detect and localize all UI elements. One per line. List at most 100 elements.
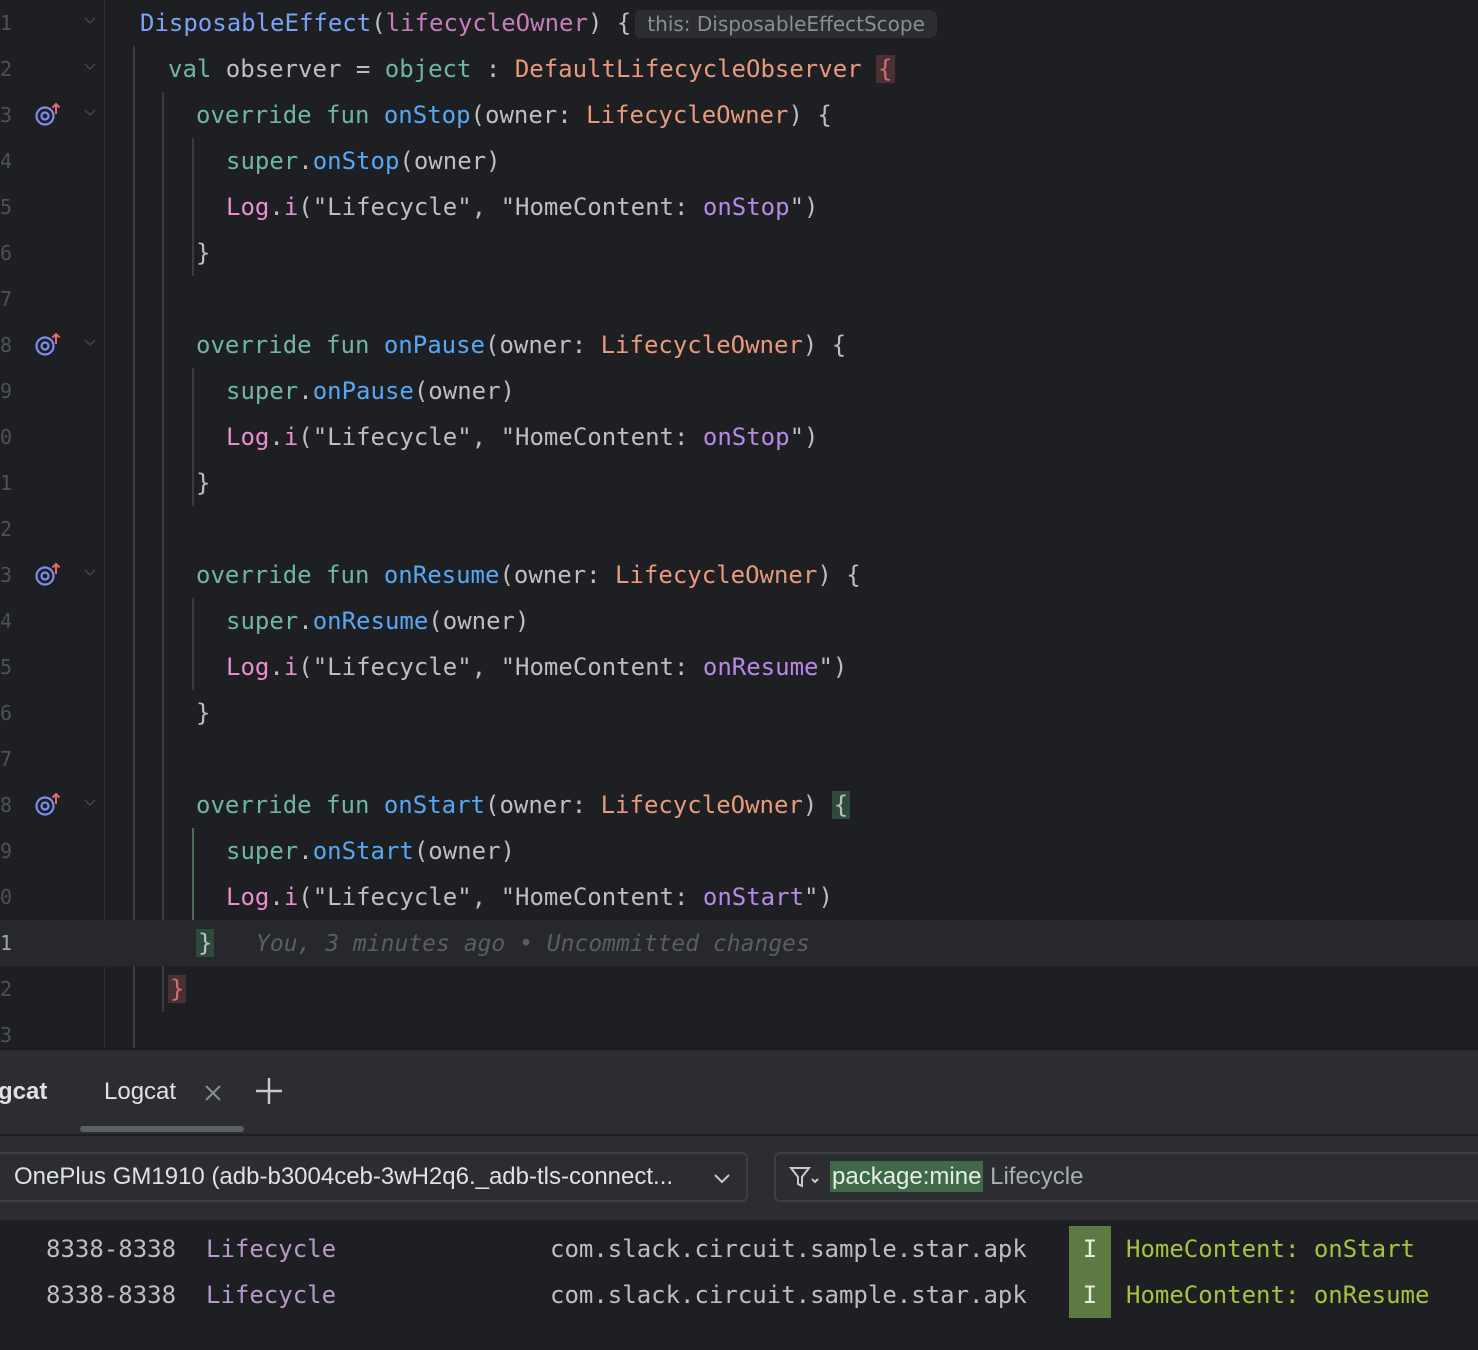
code-content: override fun onPause(owner: LifecycleOwn…	[196, 322, 846, 368]
code-content: }	[168, 966, 187, 1012]
code-line[interactable]: 7	[0, 736, 1478, 782]
device-select[interactable]: OnePlus GM1910 (adb-b3004ceb-3wH2q6._adb…	[0, 1152, 748, 1202]
code-line[interactable]: 6}	[0, 690, 1478, 736]
code-line[interactable]: 1 DisposableEffect(lifecycleOwner) {this:…	[0, 0, 1478, 46]
code-token: (owner)	[428, 607, 530, 635]
code-token: "Lifecycle"	[312, 883, 472, 911]
code-token: super	[226, 377, 299, 405]
code-token: observer =	[225, 55, 385, 83]
code-token: ,	[471, 653, 501, 681]
code-token: Log	[226, 653, 270, 681]
code-token: "Lifecycle"	[312, 423, 472, 451]
code-line[interactable]: 5 Log.i("Lifecycle", "HomeContent: onResu…	[0, 644, 1478, 690]
code-line[interactable]: 7	[0, 276, 1478, 322]
override-method-icon[interactable]	[34, 562, 62, 588]
code-line[interactable]: 1}	[0, 460, 1478, 506]
code-line[interactable]: 0 Log.i("Lifecycle", "HomeContent: onStop…	[0, 414, 1478, 460]
filter-rest: Lifecycle	[983, 1163, 1084, 1190]
log-package: com.slack.circuit.sample.star.apk	[550, 1235, 1027, 1263]
code-line[interactable]: 8 override fun onStart(owner: LifecycleOw…	[0, 782, 1478, 828]
code-token: ) {	[788, 101, 832, 129]
code-line[interactable]: 3 override fun onResume(owner: LifecycleO…	[0, 552, 1478, 598]
code-token: (owner:	[470, 101, 587, 129]
code-token: .	[298, 147, 313, 175]
code-content: super.onPause(owner)	[226, 368, 515, 414]
code-token: onStart	[383, 791, 485, 819]
code-token: super	[226, 147, 299, 175]
code-token: :	[471, 55, 515, 83]
code-content: }	[196, 230, 210, 276]
code-line[interactable]: 5 Log.i("Lifecycle", "HomeContent: onStop…	[0, 184, 1478, 230]
code-line[interactable]: 8 override fun onPause(owner: LifecycleOw…	[0, 322, 1478, 368]
fold-chevron-icon[interactable]	[82, 59, 98, 75]
code-token: (owner)	[413, 837, 516, 865]
code-line[interactable]: 9 super.onPause(owner)	[0, 368, 1478, 414]
line-number: 1	[0, 931, 13, 955]
code-line[interactable]: 1} You, 3 minutes ago • Uncommitted chan…	[0, 920, 1478, 966]
code-token: ) {	[802, 331, 847, 359]
log-tag: Lifecycle	[206, 1235, 337, 1263]
code-line[interactable]: 2}	[0, 966, 1478, 1012]
code-token: "HomeContent:	[500, 193, 703, 221]
tab-logcat-partial[interactable]: gcat	[0, 1074, 47, 1110]
line-number: 7	[0, 287, 13, 311]
matched-brace: }	[168, 975, 187, 1003]
code-token: ,	[471, 423, 501, 451]
fold-chevron-icon[interactable]	[82, 13, 98, 29]
fold-chevron-icon[interactable]	[82, 335, 98, 351]
filter-icon[interactable]	[788, 1164, 820, 1192]
code-line[interactable]: 9 super.onStart(owner)	[0, 828, 1478, 874]
log-level-badge: I	[1069, 1226, 1111, 1272]
code-token: )	[802, 791, 832, 819]
code-token: (	[371, 9, 386, 37]
code-token: ")	[789, 423, 819, 451]
code-token: i	[283, 423, 299, 451]
line-number: 2	[0, 977, 13, 1001]
code-token: ) {	[817, 561, 861, 589]
code-line[interactable]: 0 Log.i("Lifecycle", "HomeContent: onStar…	[0, 874, 1478, 920]
code-editor[interactable]: 1 DisposableEffect(lifecycleOwner) {this:…	[0, 0, 1478, 1048]
fold-chevron-icon[interactable]	[82, 105, 98, 121]
line-number: 3	[0, 563, 13, 587]
code-token: DefaultLifecycleObserver	[514, 55, 877, 83]
code-token: val	[168, 55, 226, 83]
line-number: 8	[0, 793, 13, 817]
code-token: override fun	[196, 561, 384, 589]
log-row[interactable]: 8338-8338 Lifecycle com.slack.circuit.sa…	[0, 1272, 1478, 1318]
code-content: Log.i("Lifecycle", "HomeContent: onStart…	[226, 874, 833, 920]
code-line[interactable]: 3	[0, 1012, 1478, 1048]
line-number: 0	[0, 425, 13, 449]
log-row[interactable]: 8338-8338 Lifecycle com.slack.circuit.sa…	[0, 1226, 1478, 1272]
logcat-toolbar: OnePlus GM1910 (adb-b3004ceb-3wH2q6._adb…	[0, 1134, 1478, 1220]
code-token: "Lifecycle"	[312, 653, 472, 681]
fold-chevron-icon[interactable]	[82, 565, 98, 581]
code-line[interactable]: 2	[0, 506, 1478, 552]
code-content: super.onResume(owner)	[226, 598, 529, 644]
code-token: "Lifecycle"	[312, 193, 472, 221]
code-token: .	[269, 423, 284, 451]
fold-chevron-icon[interactable]	[82, 795, 98, 811]
code-line[interactable]: 4 super.onStop(owner)	[0, 138, 1478, 184]
code-line[interactable]: 2 val observer = object : DefaultLifecycl…	[0, 46, 1478, 92]
code-token: i	[283, 883, 299, 911]
override-method-icon[interactable]	[34, 792, 62, 818]
plus-icon[interactable]	[254, 1076, 284, 1106]
line-number: 1	[0, 11, 13, 35]
override-method-icon[interactable]	[34, 332, 62, 358]
close-icon[interactable]	[204, 1084, 222, 1102]
override-method-icon[interactable]	[34, 102, 62, 128]
filter-input[interactable]: package:mine Lifecycle	[774, 1152, 1478, 1202]
log-list[interactable]: 8338-8338 Lifecycle com.slack.circuit.sa…	[0, 1220, 1478, 1350]
code-token: super	[226, 607, 299, 635]
code-line[interactable]: 4 super.onResume(owner)	[0, 598, 1478, 644]
code-line[interactable]: 6}	[0, 230, 1478, 276]
log-level-badge: I	[1069, 1272, 1111, 1318]
code-token: onStart	[312, 837, 414, 865]
code-content: Log.i("Lifecycle", "HomeContent: onStop"…	[226, 414, 818, 460]
log-message: HomeContent: onStart	[1126, 1235, 1415, 1263]
code-line[interactable]: 3 override fun onStop(owner: LifecycleOwn…	[0, 92, 1478, 138]
code-content: override fun onStop(owner: LifecycleOwne…	[196, 92, 832, 138]
tab-logcat[interactable]: Logcat	[104, 1074, 176, 1110]
code-content: }	[196, 460, 210, 506]
line-number: 2	[0, 517, 13, 541]
